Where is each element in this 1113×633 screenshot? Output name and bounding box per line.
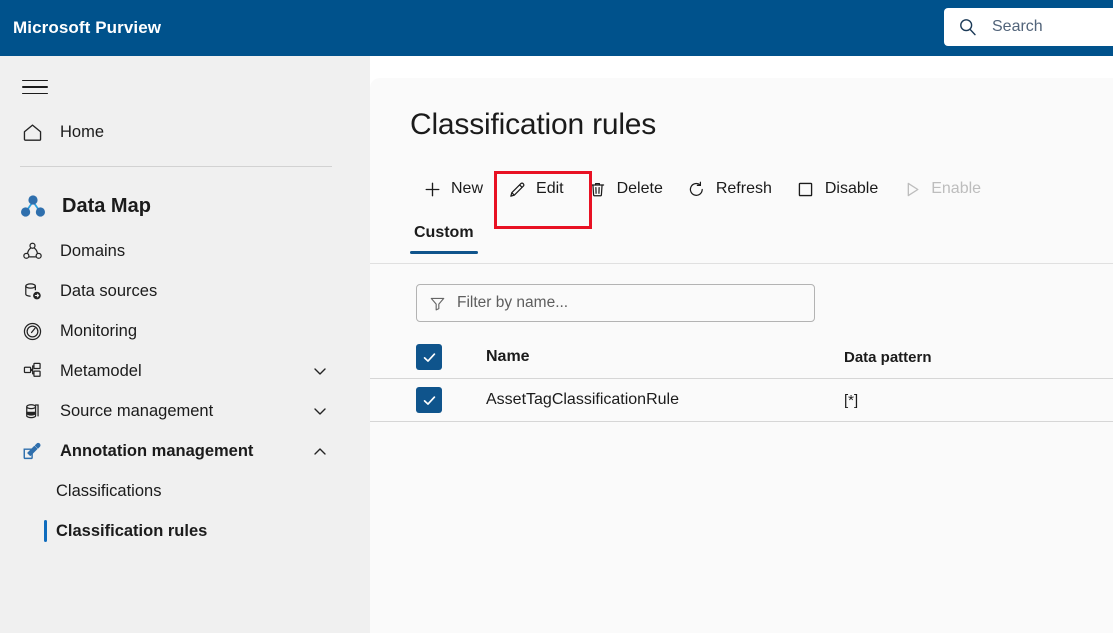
hamburger-menu-icon[interactable] [18,70,52,104]
row-name: AssetTagClassificationRule [444,391,844,409]
refresh-button[interactable]: Refresh [675,168,784,210]
sidebar-item-home[interactable]: Home [0,112,370,152]
tab-active-underline [410,251,478,254]
sidebar-item-monitoring-label: Monitoring [60,322,137,341]
data-map-icon [18,192,48,220]
search-icon [958,17,978,37]
app-header: Microsoft Purview Search [0,0,1113,56]
enable-button-label: Enable [931,180,981,198]
search-placeholder: Search [992,18,1043,36]
sidebar-item-data-sources[interactable]: Data sources [0,271,370,311]
chevron-up-icon[interactable] [312,443,328,459]
command-toolbar: New Edit Delet [370,168,1113,210]
sidebar: Home Data Map Domains [0,56,370,633]
sidebar-item-annotation-management-label: Annotation management [60,442,253,461]
sidebar-item-source-management-label: Source management [60,402,213,421]
home-icon [18,118,46,146]
sidebar-item-metamodel-label: Metamodel [60,362,142,381]
active-indicator [44,520,47,542]
tab-custom-label: Custom [410,224,478,251]
tab-bar: Custom [370,224,1113,264]
table-header-row: Name Data pattern [370,336,1113,379]
disable-button-label: Disable [825,180,878,198]
domains-icon [18,237,46,265]
new-button[interactable]: New [410,168,495,210]
filter-input[interactable]: Filter by name... [416,284,815,322]
filter-icon [429,294,447,312]
table-row[interactable]: AssetTagClassificationRule [*] [370,379,1113,422]
column-header-data-pattern: Data pattern [844,349,932,366]
annotation-management-icon [18,437,46,465]
sidebar-item-domains-label: Domains [60,242,125,261]
sidebar-item-monitoring[interactable]: Monitoring [0,311,370,351]
sidebar-item-metamodel[interactable]: Metamodel [0,351,370,391]
play-icon [902,179,922,199]
sidebar-section-data-map-label: Data Map [62,195,151,218]
select-all-checkbox[interactable] [416,344,442,370]
metamodel-icon [18,357,46,385]
data-sources-icon [18,277,46,305]
sidebar-section-data-map[interactable]: Data Map [0,181,370,231]
refresh-button-label: Refresh [716,180,772,198]
select-all-checkbox-cell [416,344,444,370]
sidebar-divider [20,166,332,167]
delete-button[interactable]: Delete [576,168,675,210]
sidebar-item-classifications-label: Classifications [56,482,161,501]
sidebar-item-home-label: Home [60,123,104,142]
brand-title: Microsoft Purview [13,18,161,38]
tab-bar-rule [370,263,1113,264]
row-checkbox[interactable] [416,387,442,413]
edit-button[interactable]: Edit [495,168,576,210]
sidebar-item-classification-rules-label: Classification rules [56,522,207,541]
filter-row: Filter by name... [370,284,1113,322]
main-content-panel: Classification rules New Edit [370,78,1113,633]
delete-button-label: Delete [617,180,663,198]
plus-icon [422,179,442,199]
column-header-name: Name [444,348,844,366]
row-data-pattern: [*] [844,392,858,409]
filter-input-placeholder: Filter by name... [457,294,568,312]
trash-icon [588,179,608,199]
classification-rules-table: Name Data pattern AssetTagClassification… [370,336,1113,422]
new-button-label: New [451,180,483,198]
global-search-box[interactable]: Search [944,8,1113,46]
sidebar-item-classification-rules[interactable]: Classification rules [0,511,370,551]
chevron-down-icon[interactable] [312,363,328,379]
monitoring-icon [18,317,46,345]
sidebar-item-annotation-management[interactable]: Annotation management [0,431,370,471]
source-management-icon [18,397,46,425]
sidebar-item-data-sources-label: Data sources [60,282,157,301]
sidebar-item-classifications[interactable]: Classifications [0,471,370,511]
tab-custom[interactable]: Custom [410,224,478,254]
refresh-icon [687,179,707,199]
sidebar-item-source-management[interactable]: Source management [0,391,370,431]
square-icon [796,179,816,199]
enable-button: Enable [890,168,993,210]
row-checkbox-cell [416,387,444,413]
disable-button[interactable]: Disable [784,168,890,210]
pencil-icon [507,179,527,199]
chevron-down-icon[interactable] [312,403,328,419]
sidebar-item-domains[interactable]: Domains [0,231,370,271]
edit-button-label: Edit [536,180,564,198]
page-title: Classification rules [410,108,1113,142]
